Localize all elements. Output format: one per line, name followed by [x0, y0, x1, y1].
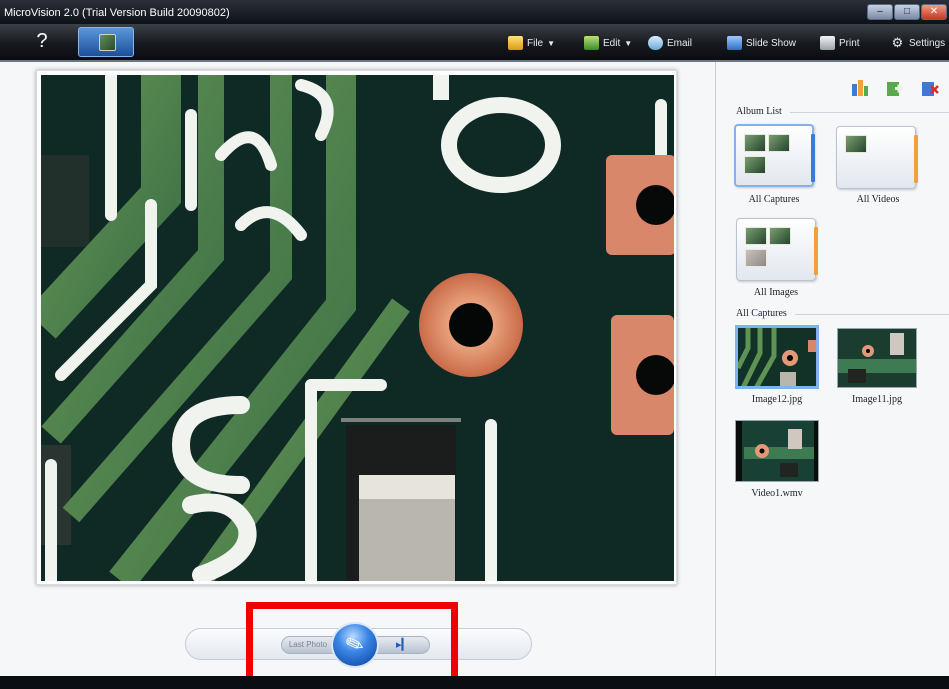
settings-label: Settings: [909, 37, 946, 49]
question-icon[interactable]: ?: [30, 30, 54, 56]
file-menu[interactable]: File ▼: [508, 34, 555, 52]
album-all-captures[interactable]: [734, 124, 815, 187]
album-list-title: Album List: [736, 106, 782, 117]
window-controls: – □ ✕: [867, 4, 947, 20]
file-menu-label: File: [527, 37, 544, 49]
maximize-button[interactable]: □: [894, 4, 920, 20]
minimize-button[interactable]: –: [867, 4, 893, 20]
edit-menu-label: Edit: [603, 37, 621, 49]
print-icon: [820, 36, 835, 50]
title-bar: MicroVision 2.0 (Trial Version Build 200…: [0, 0, 949, 24]
email-icon: [648, 36, 663, 50]
pcb-image: [41, 75, 674, 581]
print-button[interactable]: Print: [820, 34, 860, 52]
email-label: Email: [667, 37, 693, 49]
slideshow-icon: [727, 36, 742, 50]
add-album-icon[interactable]: [850, 78, 870, 98]
thumb-mini: [769, 227, 791, 245]
capture-label: Image12.jpg: [751, 394, 803, 405]
thumb-mini: [745, 249, 767, 267]
capture-label: Image11.jpg: [852, 394, 902, 405]
folder-icon: [508, 36, 523, 50]
capture-icon: ✎: [341, 629, 368, 660]
last-photo-label: Last Photo: [288, 640, 328, 649]
window-title: MicroVision 2.0 (Trial Version Build 200…: [4, 7, 230, 19]
app-window: MicroVision 2.0 (Trial Version Build 200…: [0, 0, 949, 689]
album-tab: [814, 227, 818, 275]
capture-thumbnail-image11[interactable]: [837, 328, 917, 388]
slideshow-button[interactable]: Slide Show: [727, 34, 796, 52]
last-photo-button[interactable]: Last Photo: [281, 636, 335, 654]
remove-item-icon[interactable]: [920, 78, 940, 98]
main-toolbar: ? File ▼ Edit ▼ Email Slide Show Print ⚙: [0, 24, 949, 62]
capture-button[interactable]: ✎: [331, 622, 379, 668]
preview-frame: [36, 70, 677, 585]
settings-button[interactable]: ⚙ Settings: [890, 34, 945, 52]
slideshow-label: Slide Show: [746, 37, 797, 49]
divider: [790, 112, 949, 113]
thumb-mini: [744, 134, 766, 152]
chevron-down-icon: ▼: [624, 38, 633, 48]
next-button[interactable]: ▸▎: [376, 636, 430, 654]
album-label: All Images: [753, 287, 799, 298]
capture-thumbnail-image12[interactable]: [735, 325, 819, 389]
album-all-videos[interactable]: [836, 126, 918, 189]
edit-menu[interactable]: Edit ▼: [584, 34, 632, 52]
microscope-preview[interactable]: [41, 75, 674, 581]
gear-icon: ⚙: [891, 35, 904, 50]
divider: [795, 314, 949, 315]
close-button[interactable]: ✕: [921, 4, 947, 20]
album-label: All Captures: [748, 194, 800, 205]
camera-tab[interactable]: [78, 27, 134, 57]
print-label: Print: [839, 37, 860, 49]
thumb-mini: [745, 227, 767, 245]
capture-label: Video1.wmv: [751, 488, 803, 499]
skip-next-icon: ▸▎: [396, 639, 410, 651]
add-item-icon[interactable]: [885, 78, 905, 98]
album-tab: [914, 135, 918, 183]
thumb-mini: [744, 156, 766, 174]
edit-icon: [584, 36, 599, 50]
captures-section-title: All Captures: [736, 308, 787, 319]
thumb-mini: [768, 134, 790, 152]
thumb-mini: [845, 135, 867, 153]
camera-icon: [99, 34, 116, 51]
album-all-images[interactable]: [736, 218, 818, 281]
album-tab: [811, 134, 815, 182]
email-button[interactable]: Email: [648, 34, 692, 52]
album-label: All Videos: [856, 194, 900, 205]
chevron-down-icon: ▼: [547, 38, 556, 48]
capture-thumbnail-video1[interactable]: [735, 420, 819, 482]
status-bar: [0, 676, 949, 689]
